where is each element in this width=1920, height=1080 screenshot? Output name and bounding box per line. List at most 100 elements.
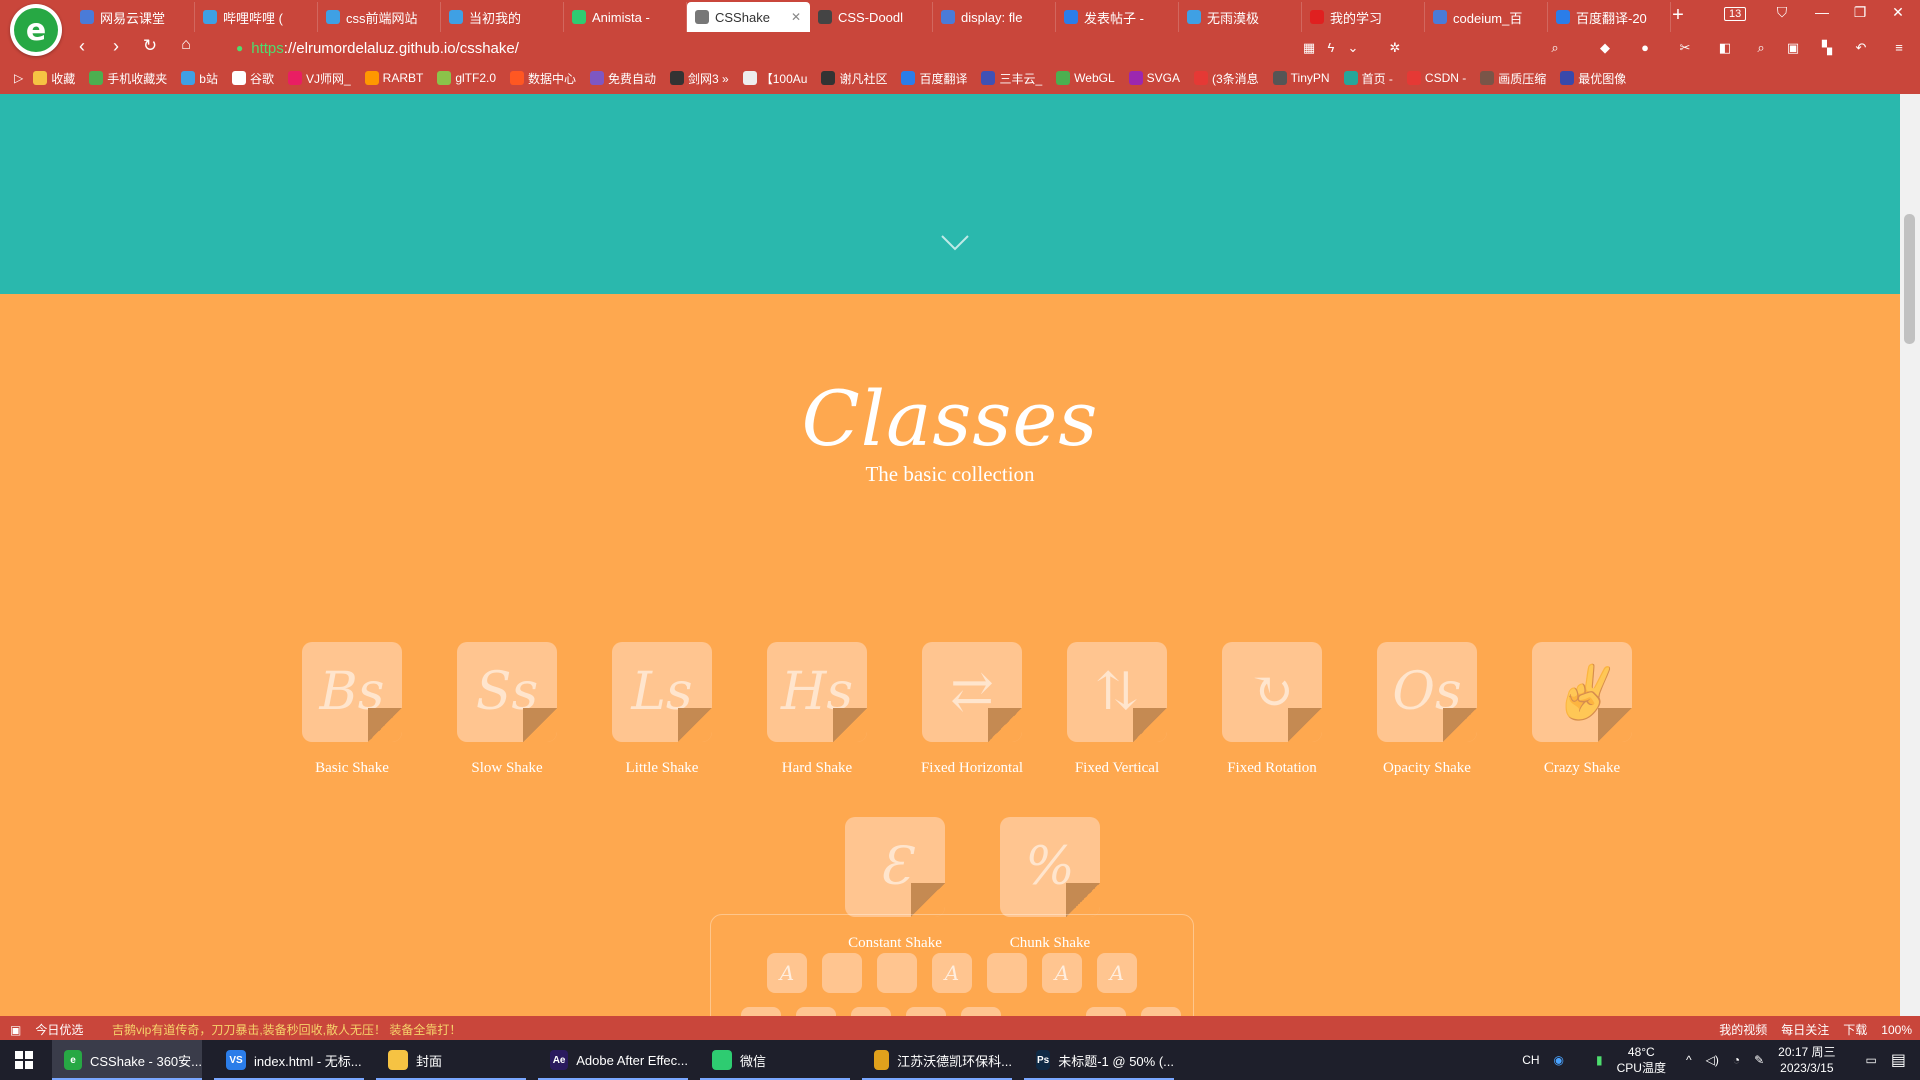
taskbar-app[interactable]: 封面 — [376, 1040, 526, 1080]
bookmark-item[interactable]: (3条消息 — [1193, 70, 1259, 87]
shake-card-icon[interactable]: Hs — [767, 642, 867, 742]
wifi-icon[interactable]: ◔ — [1733, 1053, 1740, 1067]
status-item[interactable]: 我的视频 — [1719, 1021, 1767, 1038]
bookmark-item[interactable]: TinyPN — [1272, 71, 1330, 85]
shake-card[interactable]: Ls Little Shake — [572, 642, 732, 782]
shake-card[interactable]: ↻ Fixed Rotation — [1182, 642, 1342, 782]
game-icon[interactable]: ◧ — [1716, 39, 1734, 57]
bookmark-item[interactable]: b站 — [181, 70, 218, 87]
shake-card-icon[interactable]: ↻ — [1222, 642, 1322, 742]
browser-tab[interactable]: 发表帖子 - — [1056, 2, 1179, 32]
undo-icon[interactable]: ↶ — [1852, 39, 1870, 57]
ime-indicator[interactable]: CH — [1522, 1053, 1539, 1067]
shake-card-icon[interactable]: ⇄ — [922, 642, 1022, 742]
shake-card-icon[interactable]: Bs — [302, 642, 402, 742]
shake-card-icon[interactable]: ✌ — [1532, 642, 1632, 742]
browser-tab[interactable]: display: fle — [933, 2, 1056, 32]
shake-card[interactable]: Ss Slow Shake — [417, 642, 577, 782]
browser-tab[interactable]: 网易云课堂 — [72, 2, 195, 32]
notification-icon[interactable]: ▤ — [1891, 1050, 1906, 1070]
volume-icon[interactable]: ◁) — [1706, 1053, 1719, 1067]
browser-tab[interactable]: codeium_百 — [1425, 2, 1548, 32]
forward-button[interactable]: › — [104, 36, 128, 57]
scrollbar-thumb[interactable] — [1904, 214, 1915, 344]
browser-tab[interactable]: 无雨漠极 — [1179, 2, 1302, 32]
shake-card-icon[interactable]: Ls — [612, 642, 712, 742]
today-picks[interactable]: ▣ 今日优选 — [10, 1021, 83, 1038]
keyboard-key[interactable] — [906, 1007, 946, 1016]
scroll-down-chevron-icon[interactable] — [940, 234, 970, 252]
bookmark-item[interactable]: 【100Au — [742, 70, 807, 87]
browser-tab[interactable]: 我的学习 — [1302, 2, 1425, 32]
restore-button[interactable]: ❐ — [1846, 4, 1874, 21]
browser-tab[interactable]: 当初我的 — [441, 2, 564, 32]
reader-icon[interactable]: ▣ — [1784, 39, 1802, 57]
bookmark-item[interactable]: glTF2.0 — [437, 71, 496, 85]
status-item[interactable]: 每日关注 — [1781, 1021, 1829, 1038]
taskbar-app[interactable]: 江苏沃德凯环保科... — [862, 1040, 1012, 1080]
shake-card-icon[interactable]: Ɛ — [845, 817, 945, 917]
bookmark-item[interactable]: VJ师网_ — [287, 70, 351, 87]
bookmark-item[interactable]: WebGL — [1056, 71, 1115, 85]
shake-card[interactable]: Bs Basic Shake — [262, 642, 422, 782]
menu-icon[interactable]: ≡ — [1890, 39, 1908, 57]
bookmarks-toggle-icon[interactable]: ▷ — [14, 71, 23, 85]
shake-card-icon[interactable]: Ss — [457, 642, 557, 742]
bookmark-item[interactable]: SVGA — [1128, 71, 1180, 85]
chevron-up-icon[interactable]: ^ — [1686, 1053, 1692, 1067]
search-icon[interactable]: ⌕ — [1546, 39, 1564, 57]
dropdown-icon[interactable]: ⌄ — [1344, 39, 1362, 57]
keyboard-key[interactable] — [1086, 1007, 1126, 1016]
apps-icon[interactable]: ▚ — [1818, 39, 1836, 57]
browser-tab[interactable]: Animista - — [564, 2, 687, 32]
browser-logo[interactable]: e — [10, 4, 62, 56]
taskbar-app[interactable]: Ps 未标题-1 @ 50% (... — [1024, 1040, 1174, 1080]
tray-app-icon[interactable]: ◉ — [1554, 1053, 1564, 1067]
windows-start-button[interactable] — [0, 1040, 48, 1080]
tab-close-icon[interactable]: ✕ — [791, 10, 801, 24]
back-button[interactable]: ‹ — [70, 36, 94, 57]
browser-tab[interactable]: 百度翻译-20 — [1548, 2, 1671, 32]
keyboard-key[interactable] — [987, 953, 1027, 993]
shake-card-icon[interactable]: % — [1000, 817, 1100, 917]
pen-icon[interactable]: ✎ — [1754, 1053, 1764, 1067]
system-clock[interactable]: 20:17 周三 2023/3/15 — [1778, 1044, 1835, 1076]
shield-icon[interactable]: ◆ — [1596, 39, 1614, 57]
browser-tab[interactable]: CSShake ✕ — [687, 2, 810, 32]
shake-card-icon[interactable]: ⇅ — [1067, 642, 1167, 742]
bookmark-item[interactable]: 剑网3 » — [670, 70, 729, 87]
status-item[interactable]: 100% — [1881, 1023, 1912, 1037]
status-item[interactable]: 下载 — [1843, 1021, 1867, 1038]
taskbar-app[interactable]: Ae Adobe After Effec... — [538, 1040, 688, 1080]
bookmark-item[interactable]: 百度翻译 — [901, 70, 967, 87]
translate-icon[interactable]: ● — [1636, 39, 1654, 57]
tab-count-badge[interactable]: 13 — [1724, 7, 1747, 21]
news-ticker[interactable]: 吉鹅vip有道传奇，刀刀暴击,装备秒回收,散人无压！ 装备全靠打！ — [112, 1021, 461, 1038]
home-button[interactable]: ⌂ — [174, 36, 198, 54]
keyboard-key[interactable] — [822, 953, 862, 993]
bookmark-item[interactable]: 最优图像 — [1560, 70, 1626, 87]
taskbar-app[interactable]: 微信 — [700, 1040, 850, 1080]
keyboard-key[interactable]: A — [767, 953, 807, 993]
taskbar-app[interactable]: VS index.html - 无标... — [214, 1040, 364, 1080]
keyboard-key[interactable] — [851, 1007, 891, 1016]
bookmark-item[interactable]: 三丰云_ — [981, 70, 1042, 87]
shake-card[interactable]: ✌ Crazy Shake — [1492, 642, 1652, 782]
bookmark-item[interactable]: 收藏 — [33, 70, 75, 87]
shake-card-icon[interactable]: Os — [1377, 642, 1477, 742]
url-input[interactable]: ● https://elrumordelaluz.github.io/cssha… — [236, 37, 1291, 59]
shake-card[interactable]: Os Opacity Shake — [1337, 642, 1497, 782]
keyboard-key[interactable]: A — [1042, 953, 1082, 993]
keyboard-key[interactable]: A — [1097, 953, 1137, 993]
bookmark-item[interactable]: 谢凡社区 — [821, 70, 887, 87]
browser-tab[interactable]: 哔哩哔哩 ( — [195, 2, 318, 32]
extension-icon[interactable]: ✲ — [1386, 39, 1404, 57]
taskbar-app[interactable]: e CSShake - 360安... — [52, 1040, 202, 1080]
lightning-icon[interactable]: ϟ — [1322, 39, 1340, 57]
skin-icon[interactable]: ⛉ — [1768, 4, 1796, 21]
bookmark-item[interactable]: 免费自动 — [590, 70, 656, 87]
cpu-temperature[interactable]: 48°C CPU温度 — [1617, 1044, 1666, 1076]
page-scrollbar[interactable] — [1900, 94, 1920, 1016]
keyboard-key[interactable] — [1141, 1007, 1181, 1016]
bookmark-item[interactable]: CSDN - — [1406, 71, 1466, 85]
